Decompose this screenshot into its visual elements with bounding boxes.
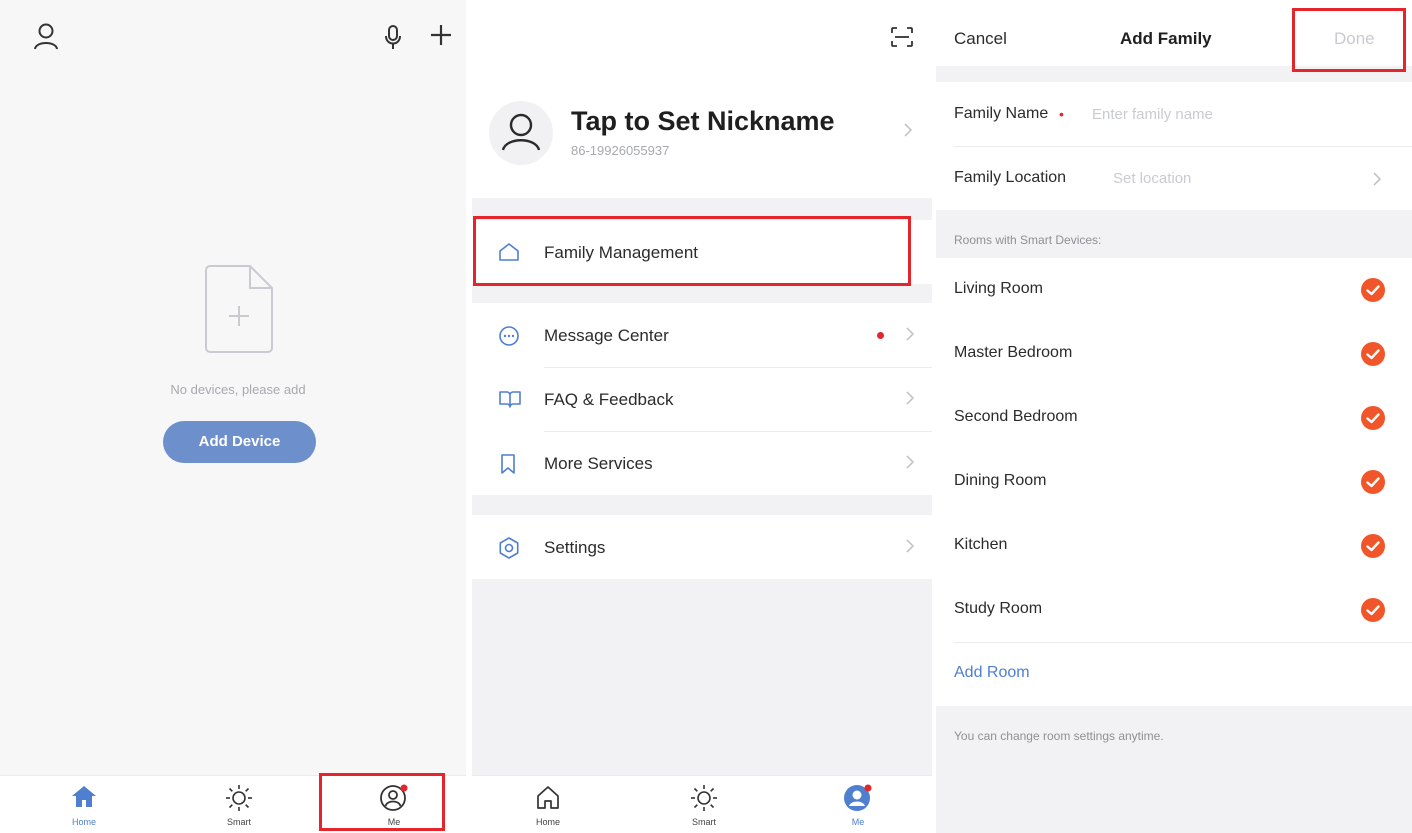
- check-icon[interactable]: [1360, 341, 1386, 367]
- tab-home[interactable]: Home: [34, 776, 134, 833]
- menu-label-faq-feedback: FAQ & Feedback: [544, 390, 674, 409]
- page-title: Add Family: [1120, 29, 1212, 48]
- menu-label-settings: Settings: [544, 538, 606, 557]
- room-row-dining-room[interactable]: Dining Room: [936, 450, 1412, 514]
- menu-label-message-center: Message Center: [544, 326, 669, 345]
- family-location-row[interactable]: Family Location Set location: [936, 146, 1412, 210]
- tab-bar: Home Smart Me: [472, 775, 932, 833]
- add-room-link[interactable]: Add Room: [954, 664, 1030, 682]
- chevron-right-icon: [906, 391, 914, 405]
- room-name: Second Bedroom: [954, 408, 1078, 425]
- chevron-right-icon: [906, 327, 914, 341]
- room-row-kitchen[interactable]: Kitchen: [936, 514, 1412, 578]
- rooms-list: Living Room Master Bedroom Second Bedroo…: [936, 258, 1412, 706]
- user-filled-icon: [843, 784, 873, 812]
- check-icon[interactable]: [1360, 597, 1386, 623]
- family-name-input[interactable]: Enter family name: [1092, 106, 1392, 123]
- settings-icon: [498, 537, 520, 559]
- menu-item-settings[interactable]: Settings: [472, 515, 932, 579]
- family-location-input[interactable]: Set location: [1113, 170, 1191, 187]
- highlight-me-tab: [319, 773, 445, 831]
- notification-dot: [877, 332, 884, 339]
- menu-item-faq-feedback[interactable]: FAQ & Feedback: [472, 367, 932, 431]
- sun-icon: [225, 784, 253, 812]
- menu-item-message-center[interactable]: Message Center: [472, 303, 932, 367]
- family-name-label: Family Name: [954, 105, 1049, 122]
- room-name: Kitchen: [954, 536, 1008, 553]
- profile-row[interactable]: Tap to Set Nickname 86-19926055937: [472, 80, 932, 190]
- home-outline-icon: [535, 784, 561, 810]
- menu-item-more-services[interactable]: More Services: [472, 431, 932, 495]
- chevron-right-icon: [904, 123, 912, 137]
- tab-home[interactable]: Home: [498, 776, 598, 833]
- chevron-right-icon: [906, 539, 914, 553]
- highlight-done-button: [1292, 8, 1406, 72]
- check-icon[interactable]: [1360, 533, 1386, 559]
- family-location-label: Family Location: [954, 169, 1067, 186]
- room-row-master-bedroom[interactable]: Master Bedroom: [936, 322, 1412, 386]
- phone-number: 86-19926055937: [571, 143, 670, 158]
- add-family-screen: Cancel Add Family Done Family Name • Ent…: [936, 0, 1412, 833]
- me-screen: Tap to Set Nickname 86-19926055937 Famil…: [472, 0, 932, 833]
- add-icon[interactable]: [430, 24, 452, 46]
- tab-home-label: Home: [535, 817, 560, 827]
- room-name: Study Room: [954, 600, 1043, 617]
- avatar: [488, 100, 554, 166]
- bookmark-icon: [498, 453, 518, 475]
- home-screen: No devices, please add Add Device Home S…: [0, 0, 466, 833]
- tab-me-label: Me: [851, 817, 865, 827]
- check-icon[interactable]: [1360, 405, 1386, 431]
- family-info-form: Family Name • Enter family name Family L…: [936, 82, 1412, 210]
- chevron-right-icon: [1373, 172, 1381, 186]
- room-name: Dining Room: [954, 472, 1047, 489]
- room-row-study-room[interactable]: Study Room: [936, 578, 1412, 642]
- tab-home-label: Home: [71, 817, 96, 827]
- add-device-button[interactable]: Add Device: [163, 421, 316, 463]
- room-row-living-room[interactable]: Living Room: [936, 258, 1412, 322]
- tab-smart-label: Smart: [226, 817, 251, 827]
- profile-icon[interactable]: [33, 22, 59, 50]
- nickname-text: Tap to Set Nickname: [571, 106, 835, 136]
- message-icon: [498, 325, 520, 347]
- room-name: Master Bedroom: [954, 344, 1073, 361]
- profile-card: Tap to Set Nickname 86-19926055937: [472, 0, 932, 198]
- tab-smart[interactable]: Smart: [189, 776, 289, 833]
- microphone-icon[interactable]: [384, 24, 402, 50]
- menu-label-more-services: More Services: [544, 454, 653, 473]
- tab-smart-label: Smart: [691, 817, 716, 827]
- services-card: Message Center FAQ & Feedback More Servi…: [472, 303, 932, 495]
- sun-icon: [690, 784, 718, 812]
- empty-state-text: No devices, please add: [170, 382, 306, 397]
- scan-icon[interactable]: [890, 26, 914, 48]
- divider: [954, 642, 1412, 643]
- room-name: Living Room: [954, 280, 1043, 297]
- empty-document-icon: [204, 264, 274, 354]
- family-name-row: Family Name • Enter family name: [936, 82, 1412, 146]
- cancel-button[interactable]: Cancel: [954, 29, 1007, 49]
- settings-card: Settings: [472, 515, 932, 579]
- footer-note: You can change room settings anytime.: [954, 729, 1164, 743]
- room-row-second-bedroom[interactable]: Second Bedroom: [936, 386, 1412, 450]
- rooms-section-header: Rooms with Smart Devices:: [954, 233, 1102, 247]
- check-icon[interactable]: [1360, 277, 1386, 303]
- required-marker: •: [1059, 106, 1064, 122]
- highlight-family-management: [473, 216, 911, 286]
- chevron-right-icon: [906, 455, 914, 469]
- home-filled-icon: [71, 784, 97, 808]
- book-icon: [498, 389, 522, 409]
- tab-me[interactable]: Me: [808, 776, 908, 833]
- check-icon[interactable]: [1360, 469, 1386, 495]
- tab-smart[interactable]: Smart: [654, 776, 754, 833]
